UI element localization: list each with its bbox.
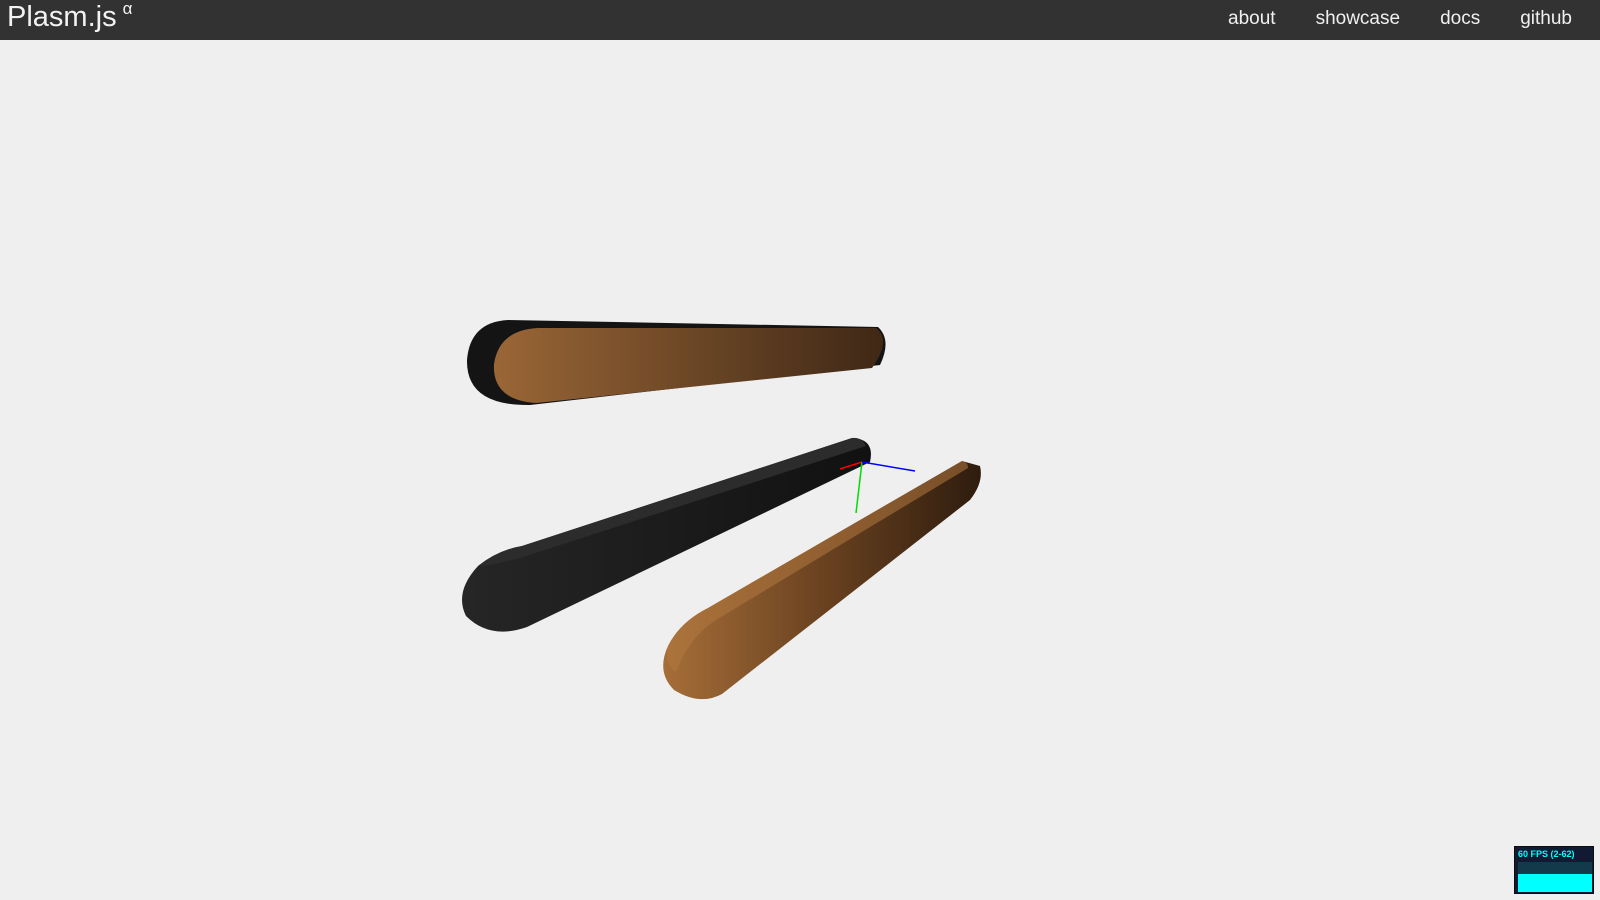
top-navbar: Plasm.js α about showcase docs github xyxy=(0,0,1600,40)
3d-scene xyxy=(462,320,981,700)
fps-label: 60 FPS (2-62) xyxy=(1518,849,1575,859)
brand-alpha-superscript: α xyxy=(122,0,133,18)
brand-logo[interactable]: Plasm.js α xyxy=(7,0,132,40)
nav-link-about[interactable]: about xyxy=(1208,0,1296,40)
upper-finger-part xyxy=(466,320,886,406)
upper-part-wood-face xyxy=(493,328,884,403)
axis-z-line xyxy=(861,461,916,472)
fps-graph xyxy=(1518,862,1592,892)
brand-name: Plasm.js xyxy=(7,1,117,33)
nav-link-showcase[interactable]: showcase xyxy=(1296,0,1421,40)
fps-graph-fill xyxy=(1518,874,1592,892)
nav-link-docs[interactable]: docs xyxy=(1420,0,1500,40)
axis-y-line xyxy=(855,461,863,514)
fps-meter[interactable]: 60 FPS (2-62) xyxy=(1514,846,1594,894)
3d-viewport-canvas[interactable] xyxy=(0,40,1600,900)
nav-menu: about showcase docs github xyxy=(1208,0,1600,40)
nav-link-github[interactable]: github xyxy=(1500,0,1600,40)
